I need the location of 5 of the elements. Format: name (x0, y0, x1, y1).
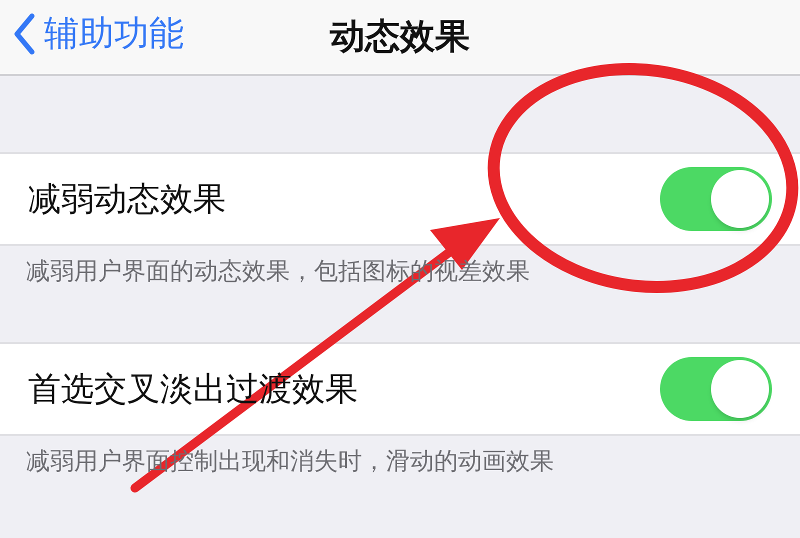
back-chevron-icon (12, 13, 36, 56)
setting-label: 减弱动态效果 (28, 178, 226, 220)
toggle-switch[interactable] (660, 167, 772, 231)
page-title: 动态效果 (330, 16, 470, 59)
back-button[interactable]: 辅助功能 (12, 8, 184, 60)
